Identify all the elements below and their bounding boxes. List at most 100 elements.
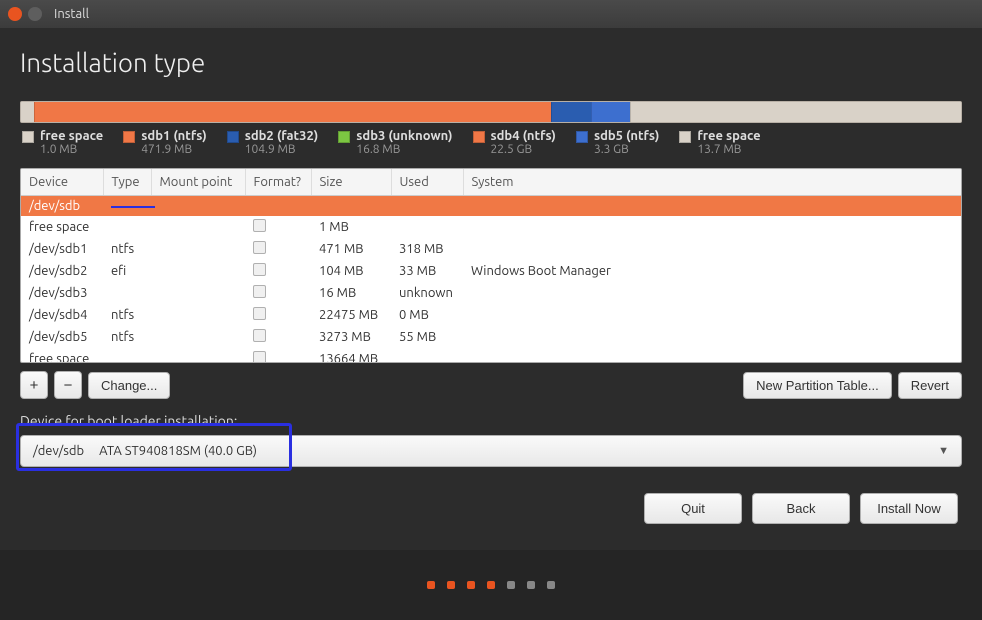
table-cell [463, 238, 961, 260]
table-cell [151, 196, 245, 217]
column-header[interactable]: System [463, 169, 961, 196]
quit-button[interactable]: Quit [644, 493, 742, 524]
format-checkbox[interactable] [253, 241, 266, 254]
revert-button[interactable]: Revert [898, 372, 962, 399]
table-row[interactable]: /dev/sdb [21, 196, 961, 217]
progress-dot [487, 581, 495, 589]
table-cell [151, 260, 245, 282]
table-cell: ntfs [103, 238, 151, 260]
add-partition-button[interactable]: + [20, 371, 48, 399]
table-cell [103, 348, 151, 363]
table-cell [245, 326, 311, 348]
table-cell: /dev/sdb5 [21, 326, 103, 348]
table-cell [245, 216, 311, 238]
table-cell: 318 MB [391, 238, 463, 260]
table-cell: /dev/sdb [21, 196, 103, 217]
table-cell: unknown [391, 282, 463, 304]
format-checkbox[interactable] [253, 329, 266, 342]
table-row[interactable]: /dev/sdb1ntfs 471 MB318 MB [21, 238, 961, 260]
column-header[interactable]: Device [21, 169, 103, 196]
table-cell: 55 MB [391, 326, 463, 348]
progress-dot [547, 581, 555, 589]
remove-partition-button[interactable]: − [54, 371, 82, 399]
legend-swatch [576, 131, 588, 143]
column-header[interactable]: Type [103, 169, 151, 196]
disk-segment[interactable] [630, 102, 961, 122]
bootloader-label: Device for boot loader installation: [20, 413, 962, 429]
table-cell: Windows Boot Manager [463, 260, 961, 282]
table-cell [245, 304, 311, 326]
table-cell [463, 326, 961, 348]
back-button[interactable]: Back [752, 493, 850, 524]
titlebar: Install [0, 0, 982, 28]
table-cell [151, 282, 245, 304]
table-cell: efi [103, 260, 151, 282]
table-cell: 16 MB [311, 282, 391, 304]
table-row[interactable]: /dev/sdb5ntfs3273 MB55 MB [21, 326, 961, 348]
disk-segment[interactable] [551, 102, 590, 122]
legend-label: sdb4 (ntfs) [491, 129, 556, 143]
table-cell: 13664 MB [311, 348, 391, 363]
column-header[interactable]: Used [391, 169, 463, 196]
close-icon[interactable] [8, 7, 22, 21]
table-cell: /dev/sdb1 [21, 238, 103, 260]
table-cell: 471 MB [311, 238, 391, 260]
bootloader-device-select[interactable]: /dev/sdb ATA ST940818SM (40.0 GB) ▼ [20, 435, 962, 467]
table-cell: 104 MB [311, 260, 391, 282]
table-cell: /dev/sdb4 [21, 304, 103, 326]
disk-segment[interactable] [591, 102, 630, 122]
table-cell: /dev/sdb3 [21, 282, 103, 304]
legend-item: sdb5 (ntfs)3.3 GB [576, 129, 659, 156]
format-checkbox[interactable] [253, 285, 266, 298]
legend-size: 471.9 MB [141, 143, 206, 156]
partition-table[interactable]: DeviceTypeMount pointFormat?SizeUsedSyst… [20, 168, 962, 363]
table-cell [463, 282, 961, 304]
minimize-icon[interactable] [28, 7, 42, 21]
disk-usage-bar [20, 101, 962, 123]
table-row[interactable]: /dev/sdb3 16 MBunknown [21, 282, 961, 304]
legend-swatch [679, 131, 691, 143]
table-cell [151, 348, 245, 363]
table-cell: free space [21, 348, 103, 363]
table-cell [463, 216, 961, 238]
format-checkbox[interactable] [253, 219, 266, 232]
legend-label: sdb2 (fat32) [245, 129, 319, 143]
new-partition-table-button[interactable]: New Partition Table... [743, 372, 892, 399]
table-row[interactable]: free space 13664 MB [21, 348, 961, 363]
chevron-down-icon: ▼ [938, 445, 949, 457]
legend-size: 22.5 GB [491, 143, 556, 156]
progress-dot [467, 581, 475, 589]
table-cell: 0 MB [391, 304, 463, 326]
table-cell [463, 348, 961, 363]
table-cell [103, 282, 151, 304]
progress-dot [527, 581, 535, 589]
table-cell: /dev/sdb2 [21, 260, 103, 282]
legend-swatch [473, 131, 485, 143]
table-row[interactable]: /dev/sdb2efi104 MB33 MBWindows Boot Mana… [21, 260, 961, 282]
legend-label: sdb1 (ntfs) [141, 129, 206, 143]
bootloader-device-desc: ATA ST940818SM (40.0 GB) [99, 444, 257, 458]
legend-item: free space13.7 MB [679, 129, 760, 156]
legend-item: free space1.0 MB [22, 129, 103, 156]
column-header[interactable]: Size [311, 169, 391, 196]
disk-segment[interactable] [34, 102, 551, 122]
change-partition-button[interactable]: Change... [88, 372, 170, 399]
table-cell [245, 282, 311, 304]
format-checkbox[interactable] [253, 307, 266, 320]
legend-swatch [22, 131, 34, 143]
table-cell: ntfs [103, 304, 151, 326]
table-cell [245, 348, 311, 363]
format-checkbox[interactable] [253, 351, 266, 363]
table-row[interactable]: /dev/sdb4ntfs22475 MB0 MB [21, 304, 961, 326]
table-row[interactable]: free space1 MB [21, 216, 961, 238]
install-now-button[interactable]: Install Now [860, 493, 958, 524]
column-header[interactable]: Format? [245, 169, 311, 196]
disk-segment[interactable] [21, 102, 34, 122]
legend-swatch [227, 131, 239, 143]
progress-dot [447, 581, 455, 589]
legend-item: sdb3 (unknown)16.8 MB [338, 129, 452, 156]
table-cell: 3273 MB [311, 326, 391, 348]
format-checkbox[interactable] [253, 263, 266, 276]
column-header[interactable]: Mount point [151, 169, 245, 196]
legend-size: 1.0 MB [40, 143, 103, 156]
